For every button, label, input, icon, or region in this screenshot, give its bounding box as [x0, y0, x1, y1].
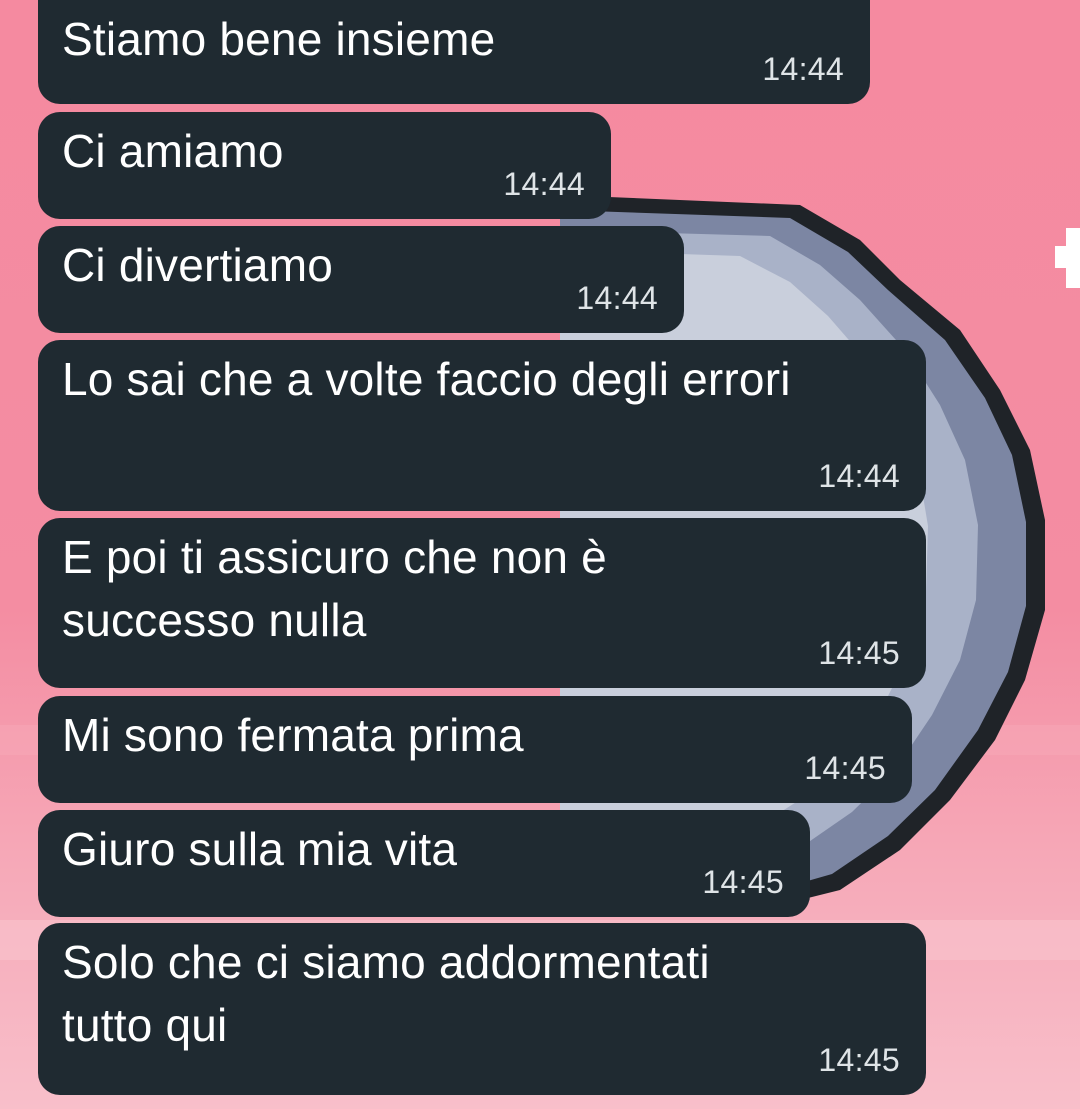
- message-text: Lo sai che a volte faccio degli errori: [62, 353, 791, 405]
- message-bubble[interactable]: Lo sai che a volte faccio degli errori 1…: [38, 340, 926, 511]
- message-bubble[interactable]: Ci divertiamo 14:44: [38, 226, 684, 333]
- message-text: Giuro sulla mia vita: [62, 823, 458, 875]
- message-bubble[interactable]: Stiamo bene insieme 14:44: [38, 0, 870, 104]
- message-timestamp: 14:45: [818, 1042, 900, 1078]
- message-timestamp: 14:44: [762, 51, 844, 87]
- message-text: Ci divertiamo: [62, 239, 334, 291]
- message-text: Mi sono fermata prima: [62, 709, 524, 761]
- message-bubble[interactable]: Solo che ci siamo addormentati tutto qui…: [38, 923, 926, 1095]
- message-timestamp: 14:45: [818, 635, 900, 671]
- message-text: Stiamo bene insieme: [62, 13, 496, 65]
- message-bubble[interactable]: Ci amiamo 14:44: [38, 112, 611, 219]
- message-bubble[interactable]: Giuro sulla mia vita 14:45: [38, 810, 810, 917]
- message-bubble[interactable]: Mi sono fermata prima 14:45: [38, 696, 912, 803]
- message-timestamp: 14:45: [804, 750, 886, 786]
- message-timestamp: 14:44: [503, 166, 585, 202]
- message-timestamp: 14:44: [818, 458, 900, 494]
- message-text: Solo che ci siamo addormentati tutto qui: [62, 936, 710, 1051]
- message-bubble[interactable]: E poi ti assicuro che non è successo nul…: [38, 518, 926, 688]
- chat-message-list[interactable]: Stiamo bene insieme 14:44 Ci amiamo 14:4…: [0, 0, 1080, 1109]
- message-timestamp: 14:45: [702, 864, 784, 900]
- message-timestamp: 14:44: [576, 280, 658, 316]
- message-text: E poi ti assicuro che non è successo nul…: [62, 531, 607, 646]
